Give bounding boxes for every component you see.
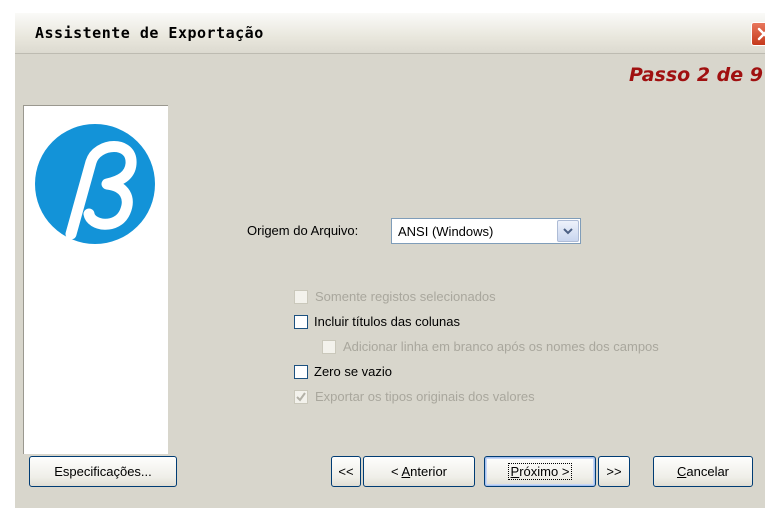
checkbox-zero-if-empty-label: Zero se vazio (314, 364, 393, 379)
checkbox-selected-records-label: Somente registos selecionados (315, 289, 496, 304)
last-step-button[interactable]: >> (598, 456, 630, 487)
checkbox-blank-line[interactable] (322, 340, 336, 354)
cancel-button-rest: ancelar (686, 464, 730, 479)
last-step-button-label: >> (606, 464, 622, 479)
chevron-down-icon (563, 228, 573, 235)
origin-dropdown[interactable]: ANSI (Windows) (391, 218, 581, 244)
checkbox-include-column-titles-label: Incluir títulos das colunas (314, 314, 460, 329)
close-icon (757, 27, 765, 41)
close-button[interactable] (751, 22, 765, 46)
next-button-accel: P (510, 464, 520, 479)
next-button-focus: Próximo > (507, 463, 573, 480)
step-indicator: Passo 2 de 9 (629, 64, 763, 86)
export-wizard-window: Assistente de Exportação Passo 2 de 9 Or… (14, 12, 765, 508)
checkbox-selected-records[interactable] (294, 290, 308, 304)
dropdown-button[interactable] (557, 220, 579, 242)
cancel-button-accel: C (676, 464, 687, 479)
first-step-button-label: << (338, 464, 354, 479)
previous-button-rest: nterior (410, 464, 448, 479)
previous-button[interactable]: < Anterior (363, 456, 475, 487)
checkmark-icon (296, 392, 306, 402)
specifications-button[interactable]: Especificações... (29, 456, 177, 487)
next-button[interactable]: Próximo > (484, 456, 596, 487)
checkbox-include-column-titles[interactable] (294, 315, 308, 329)
title-bar[interactable]: Assistente de Exportação (15, 13, 765, 54)
window-title: Assistente de Exportação (35, 24, 264, 42)
checkbox-zero-if-empty[interactable] (294, 365, 308, 379)
specifications-button-label: Especificações... (54, 464, 152, 479)
cancel-button[interactable]: Cancelar (653, 456, 753, 487)
checkbox-export-original-types[interactable] (294, 390, 308, 404)
logo-panel (23, 105, 168, 454)
beta-logo (35, 124, 155, 244)
checkbox-export-original-types-label: Exportar os tipos originais dos valores (315, 389, 535, 404)
previous-button-prefix: < (390, 464, 402, 479)
next-button-rest: róximo > (519, 464, 570, 479)
first-step-button[interactable]: << (331, 456, 361, 487)
previous-button-accel: A (401, 464, 411, 479)
origin-label: Origem do Arquivo: (247, 223, 359, 238)
checkbox-blank-line-label: Adicionar linha em branco após os nomes … (343, 339, 659, 354)
origin-dropdown-value: ANSI (Windows) (398, 224, 494, 239)
